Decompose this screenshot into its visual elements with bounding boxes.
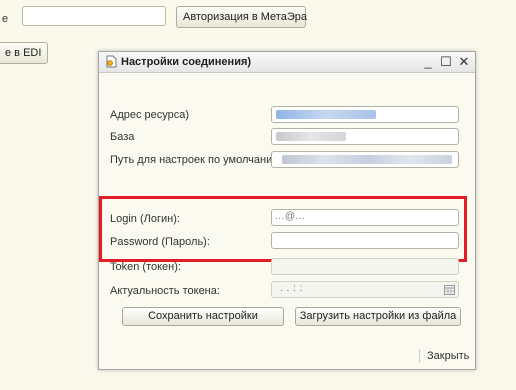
edi-button[interactable]: е в EDI [0,42,49,64]
password-input[interactable] [271,232,459,249]
background-label: е [2,13,9,25]
maximize-icon[interactable]: ☐ [437,53,455,71]
token-validity-label: Актуальность токена: [110,285,220,297]
database-input[interactable] [271,128,459,145]
database-label: База [110,131,135,143]
dialog-titlebar[interactable]: Настройки соединения) _ ☐ ✕ [99,52,475,73]
default-path-label: Путь для настроек по умолчанию: [110,154,284,166]
login-label: Login (Логин): [110,213,180,225]
token-validity-value: . . : : [280,283,303,294]
default-path-input[interactable] [271,151,459,168]
minimize-icon[interactable]: _ [419,53,437,71]
load-settings-button[interactable]: Загрузить настройки из файла [295,307,461,326]
token-validity-input: . . : : [271,281,459,298]
background-input[interactable] [22,6,166,26]
close-button[interactable]: Закрыть [427,350,469,362]
token-input [271,258,459,275]
dialog-title: Настройки соединения) [121,56,252,68]
footer-divider [419,349,420,363]
login-value: ...@... [275,211,306,222]
resource-address-input[interactable] [271,106,459,123]
calendar-icon [444,285,455,295]
credentials-highlight [99,196,467,262]
resource-address-label: Адрес ресурса) [110,109,190,121]
auth-metaera-button[interactable]: Авторизация в МетаЭра [176,6,307,28]
login-input[interactable]: ...@... [271,209,459,226]
connection-settings-dialog: Настройки соединения) _ ☐ ✕ Адрес ресурс… [98,51,476,370]
settings-icon [106,55,117,68]
save-settings-button[interactable]: Сохранить настройки [122,307,284,326]
password-label: Password (Пароль): [110,236,210,248]
token-label: Token (токен): [110,261,181,273]
close-icon[interactable]: ✕ [455,53,473,71]
